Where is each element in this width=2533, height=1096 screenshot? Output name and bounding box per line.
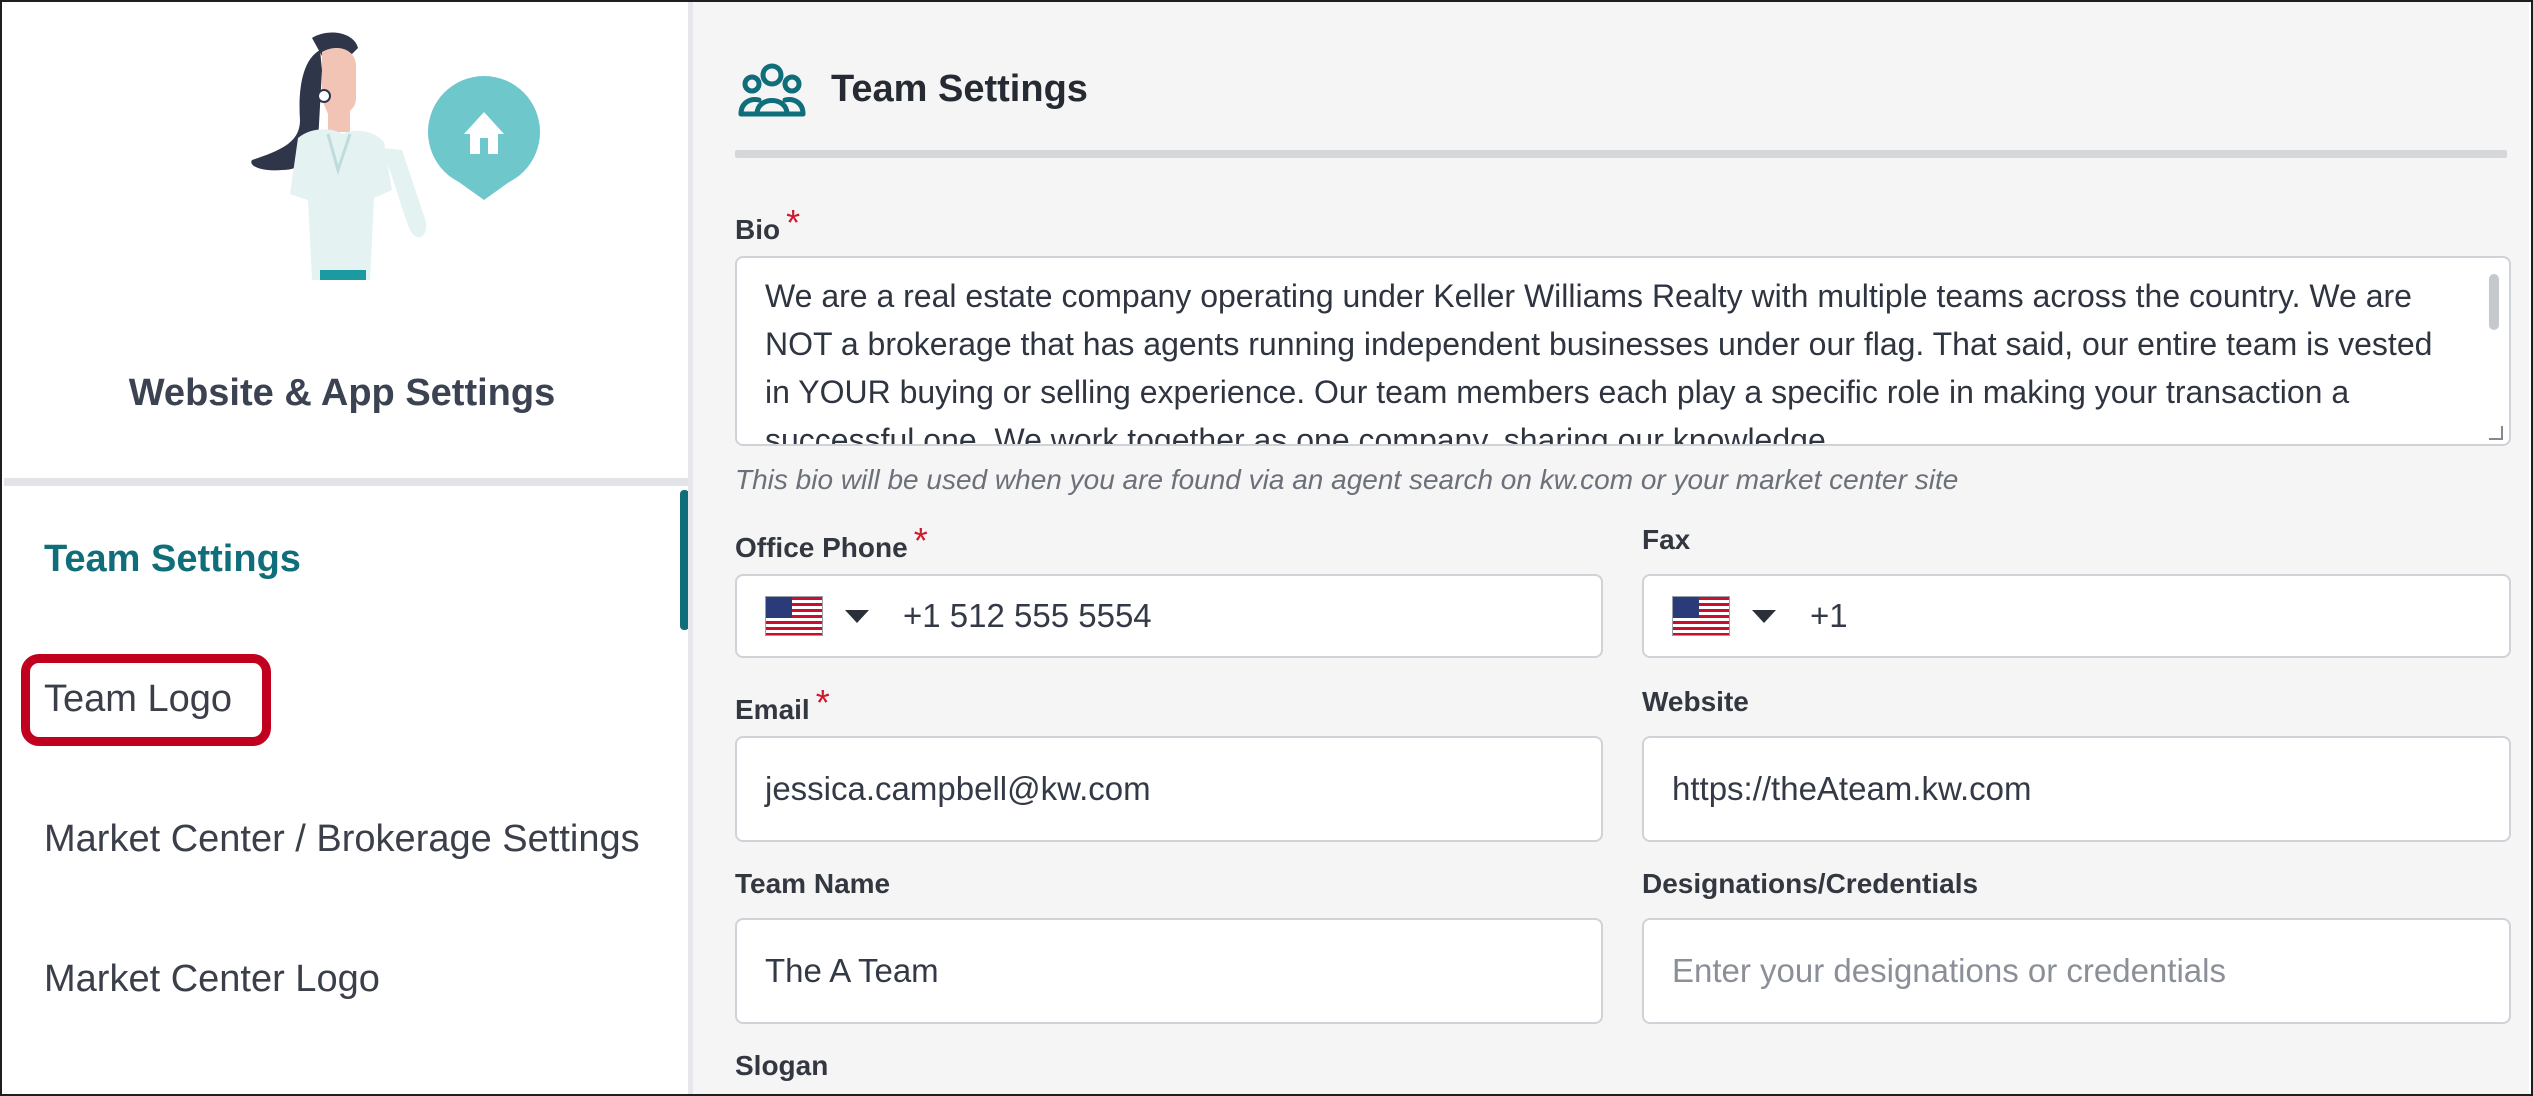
bio-label-text: Bio	[735, 214, 781, 245]
required-asterisk: *	[786, 202, 801, 243]
office-phone-input[interactable]: +1 512 555 5554	[735, 574, 1603, 658]
title-divider	[735, 150, 2507, 158]
highlight-box	[21, 654, 271, 746]
bio-scrollbar[interactable]	[2489, 274, 2499, 330]
required-asterisk: *	[913, 520, 928, 561]
team-name-field[interactable]: The A Team	[735, 918, 1603, 1024]
team-name-value: The A Team	[765, 952, 939, 989]
us-flag-icon[interactable]	[1672, 596, 1730, 636]
email-label: Email *	[735, 682, 830, 728]
office-phone-label-text: Office Phone	[735, 532, 908, 563]
website-value: https://theAteam.kw.com	[1672, 770, 2032, 807]
office-phone-label: Office Phone *	[735, 520, 928, 566]
designations-label: Designations/Credentials	[1642, 868, 1979, 899]
sidebar-item-team-settings[interactable]: Team Settings	[44, 538, 301, 581]
team-icon	[738, 63, 806, 117]
designations-placeholder: Enter your designations or credentials	[1672, 952, 2226, 989]
website-label: Website	[1642, 686, 1749, 717]
sidebar-item-market-center-logo[interactable]: Market Center Logo	[44, 958, 380, 1001]
office-phone-value: +1 512 555 5554	[903, 597, 1152, 634]
fax-label: Fax	[1642, 524, 1691, 555]
bio-hint: This bio will be used when you are found…	[735, 464, 1959, 495]
website-field[interactable]: https://theAteam.kw.com	[1642, 736, 2511, 842]
main-panel: Team Settings Bio * We are a real estate …	[693, 2, 2529, 1094]
sidebar: Website & App Settings Team Settings Tea…	[2, 2, 690, 1094]
email-value: jessica.campbell@kw.com	[765, 770, 1151, 807]
email-label-text: Email	[735, 694, 810, 725]
agent-illustration	[251, 32, 540, 280]
designations-field[interactable]: Enter your designations or credentials	[1642, 918, 2511, 1024]
bio-label: Bio *	[735, 202, 800, 248]
sidebar-item-market-center-brokerage-settings[interactable]: Market Center / Brokerage Settings	[44, 818, 640, 861]
sidebar-divider	[4, 478, 690, 486]
sidebar-title: Website & App Settings	[128, 372, 556, 414]
chevron-down-icon[interactable]	[1752, 609, 1776, 623]
us-flag-icon[interactable]	[765, 596, 823, 636]
fax-value: +1	[1810, 597, 1848, 634]
page-title: Team Settings	[831, 68, 1088, 110]
required-asterisk: *	[815, 682, 830, 723]
bio-text: We are a real estate company operating u…	[765, 278, 2433, 446]
slogan-label: Slogan	[735, 1050, 829, 1081]
fax-input[interactable]: +1	[1642, 574, 2511, 658]
bio-textarea[interactable]: We are a real estate company operating u…	[735, 256, 2511, 446]
team-name-label: Team Name	[735, 868, 891, 899]
resize-handle-icon[interactable]	[2489, 426, 2503, 440]
email-field[interactable]: jessica.campbell@kw.com	[735, 736, 1603, 842]
chevron-down-icon[interactable]	[845, 609, 869, 623]
